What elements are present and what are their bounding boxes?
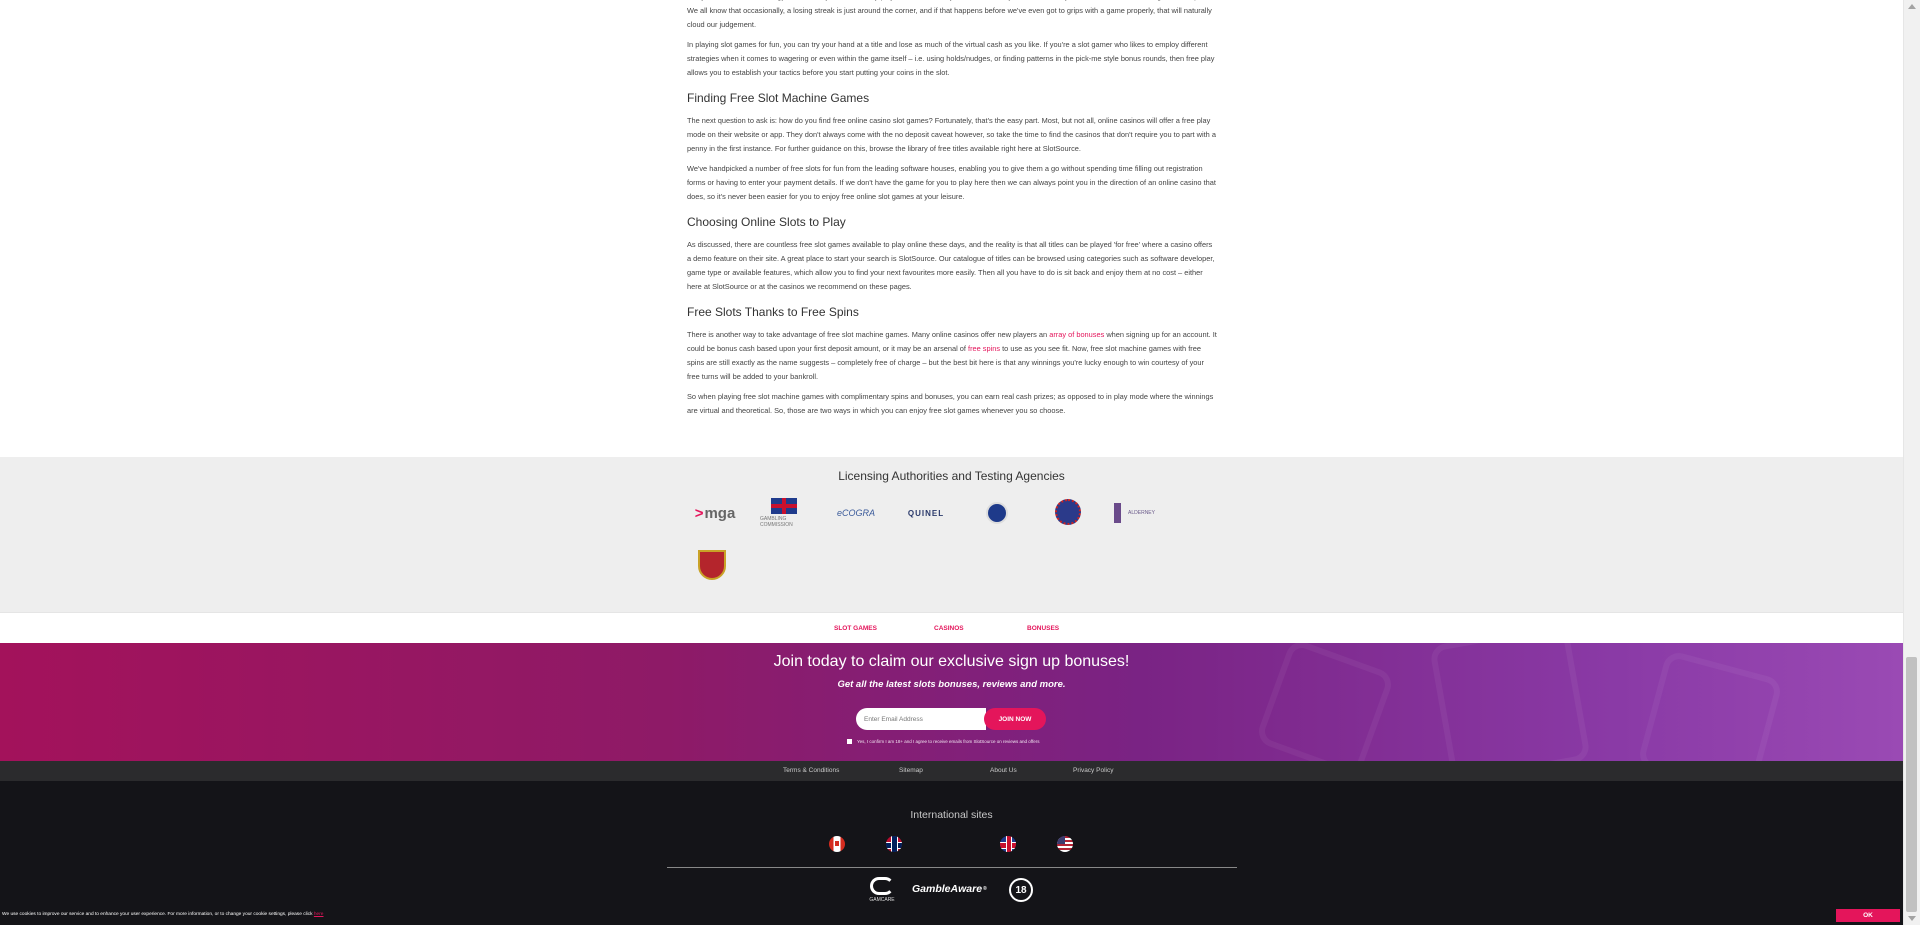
array-of-bonuses-link[interactable]: array of bonuses [1049, 330, 1104, 339]
sitemap-link[interactable]: Sitemap [899, 767, 923, 774]
terms-link[interactable]: Terms & Conditions [783, 767, 839, 774]
nav-casinos[interactable]: CASINOS [934, 625, 964, 632]
alderney-logo[interactable]: ALDERNEY [1114, 503, 1160, 523]
article-paragraph: We've handpicked a number of free slots … [687, 164, 1216, 201]
article-body: and you can devise a strategy to take in… [687, 0, 1217, 424]
signup-title: Join today to claim our exclusive sign u… [773, 653, 1130, 670]
nav-slot-games[interactable]: SLOT GAMES [834, 625, 877, 632]
signup-subtitle: Get all the latest slots bonuses, review… [837, 679, 1066, 690]
article-paragraph: The next question to ask is: how do you … [687, 116, 1216, 153]
age-18-badge[interactable]: 18 [1009, 878, 1033, 902]
kahnawake-seal-icon [986, 502, 1008, 524]
section-heading-finding: Finding Free Slot Machine Games [687, 91, 870, 105]
article-paragraph: So when playing free slot machine games … [687, 392, 1214, 415]
consent-checkbox[interactable] [847, 739, 852, 744]
article-paragraph: In playing slot games for fun, you can t… [687, 40, 1215, 77]
consent-row: Yes, I confirm I am 18+ and I agree to r… [847, 739, 1039, 744]
gamcare-text: GAMCARE [869, 897, 895, 903]
article-paragraph: and you can devise a strategy to take in… [687, 0, 1212, 29]
article-paragraph: There is another way to take advantage o… [687, 328, 1217, 384]
cookie-bar: We use cookies to improve our service an… [0, 905, 1920, 925]
join-now-button[interactable]: JOIN NOW [984, 708, 1046, 730]
site-footer: International sites GAMCARE GambleAware ®… [0, 781, 1903, 905]
uk-flag-icon[interactable] [1000, 836, 1016, 852]
about-us-link[interactable]: About Us [990, 767, 1017, 774]
usa-flag-icon[interactable] [1057, 836, 1073, 852]
signup-banner: Join today to claim our exclusive sign u… [0, 643, 1903, 761]
privacy-policy-link[interactable]: Privacy Policy [1073, 767, 1113, 774]
norway-flag-icon[interactable] [886, 836, 902, 852]
consent-label: Yes, I confirm I am 18+ and I agree to r… [857, 739, 1040, 744]
scrollbar-thumb[interactable] [1906, 657, 1917, 912]
nav-bonuses[interactable]: BONUSES [1027, 625, 1059, 632]
article-paragraph: As discussed, there are countless free s… [687, 240, 1215, 291]
section-heading-choosing: Choosing Online Slots to Play [687, 215, 846, 229]
cookie-message: We use cookies to improve our service an… [2, 912, 323, 917]
footer-nav: SLOT GAMES CASINOS BONUSES [0, 612, 1903, 643]
uk-flag-icon [771, 498, 797, 514]
gambling-commission-text: GAMBLING COMMISSION [760, 516, 793, 528]
cookie-settings-link[interactable]: here [314, 912, 324, 917]
gambling-commission-logo[interactable]: GAMBLING COMMISSION [760, 495, 808, 531]
email-input[interactable] [856, 708, 986, 730]
footer-divider [667, 867, 1237, 868]
ecogra-logo[interactable]: eCOGRA [833, 501, 879, 525]
international-sites-title: International sites [910, 809, 993, 821]
cookie-text: We use cookies to improve our service an… [2, 912, 314, 917]
gambleaware-suffix: ® [983, 886, 987, 892]
page-scrollbar[interactable] [1903, 0, 1920, 925]
section-heading-free-spins: Free Slots Thanks to Free Spins [687, 305, 859, 319]
scroll-down-icon[interactable] [1908, 916, 1916, 921]
kahnawake-logo[interactable] [985, 499, 1009, 527]
mga-arrow-icon: > [694, 504, 704, 522]
gamcare-logo[interactable]: GAMCARE [868, 877, 896, 903]
isle-of-man-logo[interactable] [694, 549, 730, 581]
free-spins-link[interactable]: free spins [968, 344, 1000, 353]
scroll-up-icon[interactable] [1908, 4, 1916, 9]
cookie-ok-button[interactable]: OK [1836, 909, 1900, 922]
safe-fair-seal-logo[interactable] [1054, 498, 1082, 526]
crest-icon [698, 550, 726, 580]
licensing-section: Licensing Authorities and Testing Agenci… [0, 457, 1903, 612]
licensing-title: Licensing Authorities and Testing Agenci… [838, 469, 1065, 483]
gambleaware-text: GambleAware [912, 883, 983, 895]
mga-logo-text: mga [704, 504, 736, 522]
canada-flag-icon[interactable] [829, 836, 845, 852]
mga-logo[interactable]: > mga [687, 499, 743, 527]
quinel-logo[interactable]: QUINEL [904, 501, 948, 525]
seal-icon [1055, 499, 1081, 525]
gambleaware-logo[interactable]: GambleAware ® [912, 883, 987, 895]
legal-links-bar: Terms & Conditions Sitemap About Us Priv… [0, 761, 1903, 781]
text-span: There is another way to take advantage o… [687, 330, 1050, 339]
gamcare-g-icon [870, 877, 894, 895]
